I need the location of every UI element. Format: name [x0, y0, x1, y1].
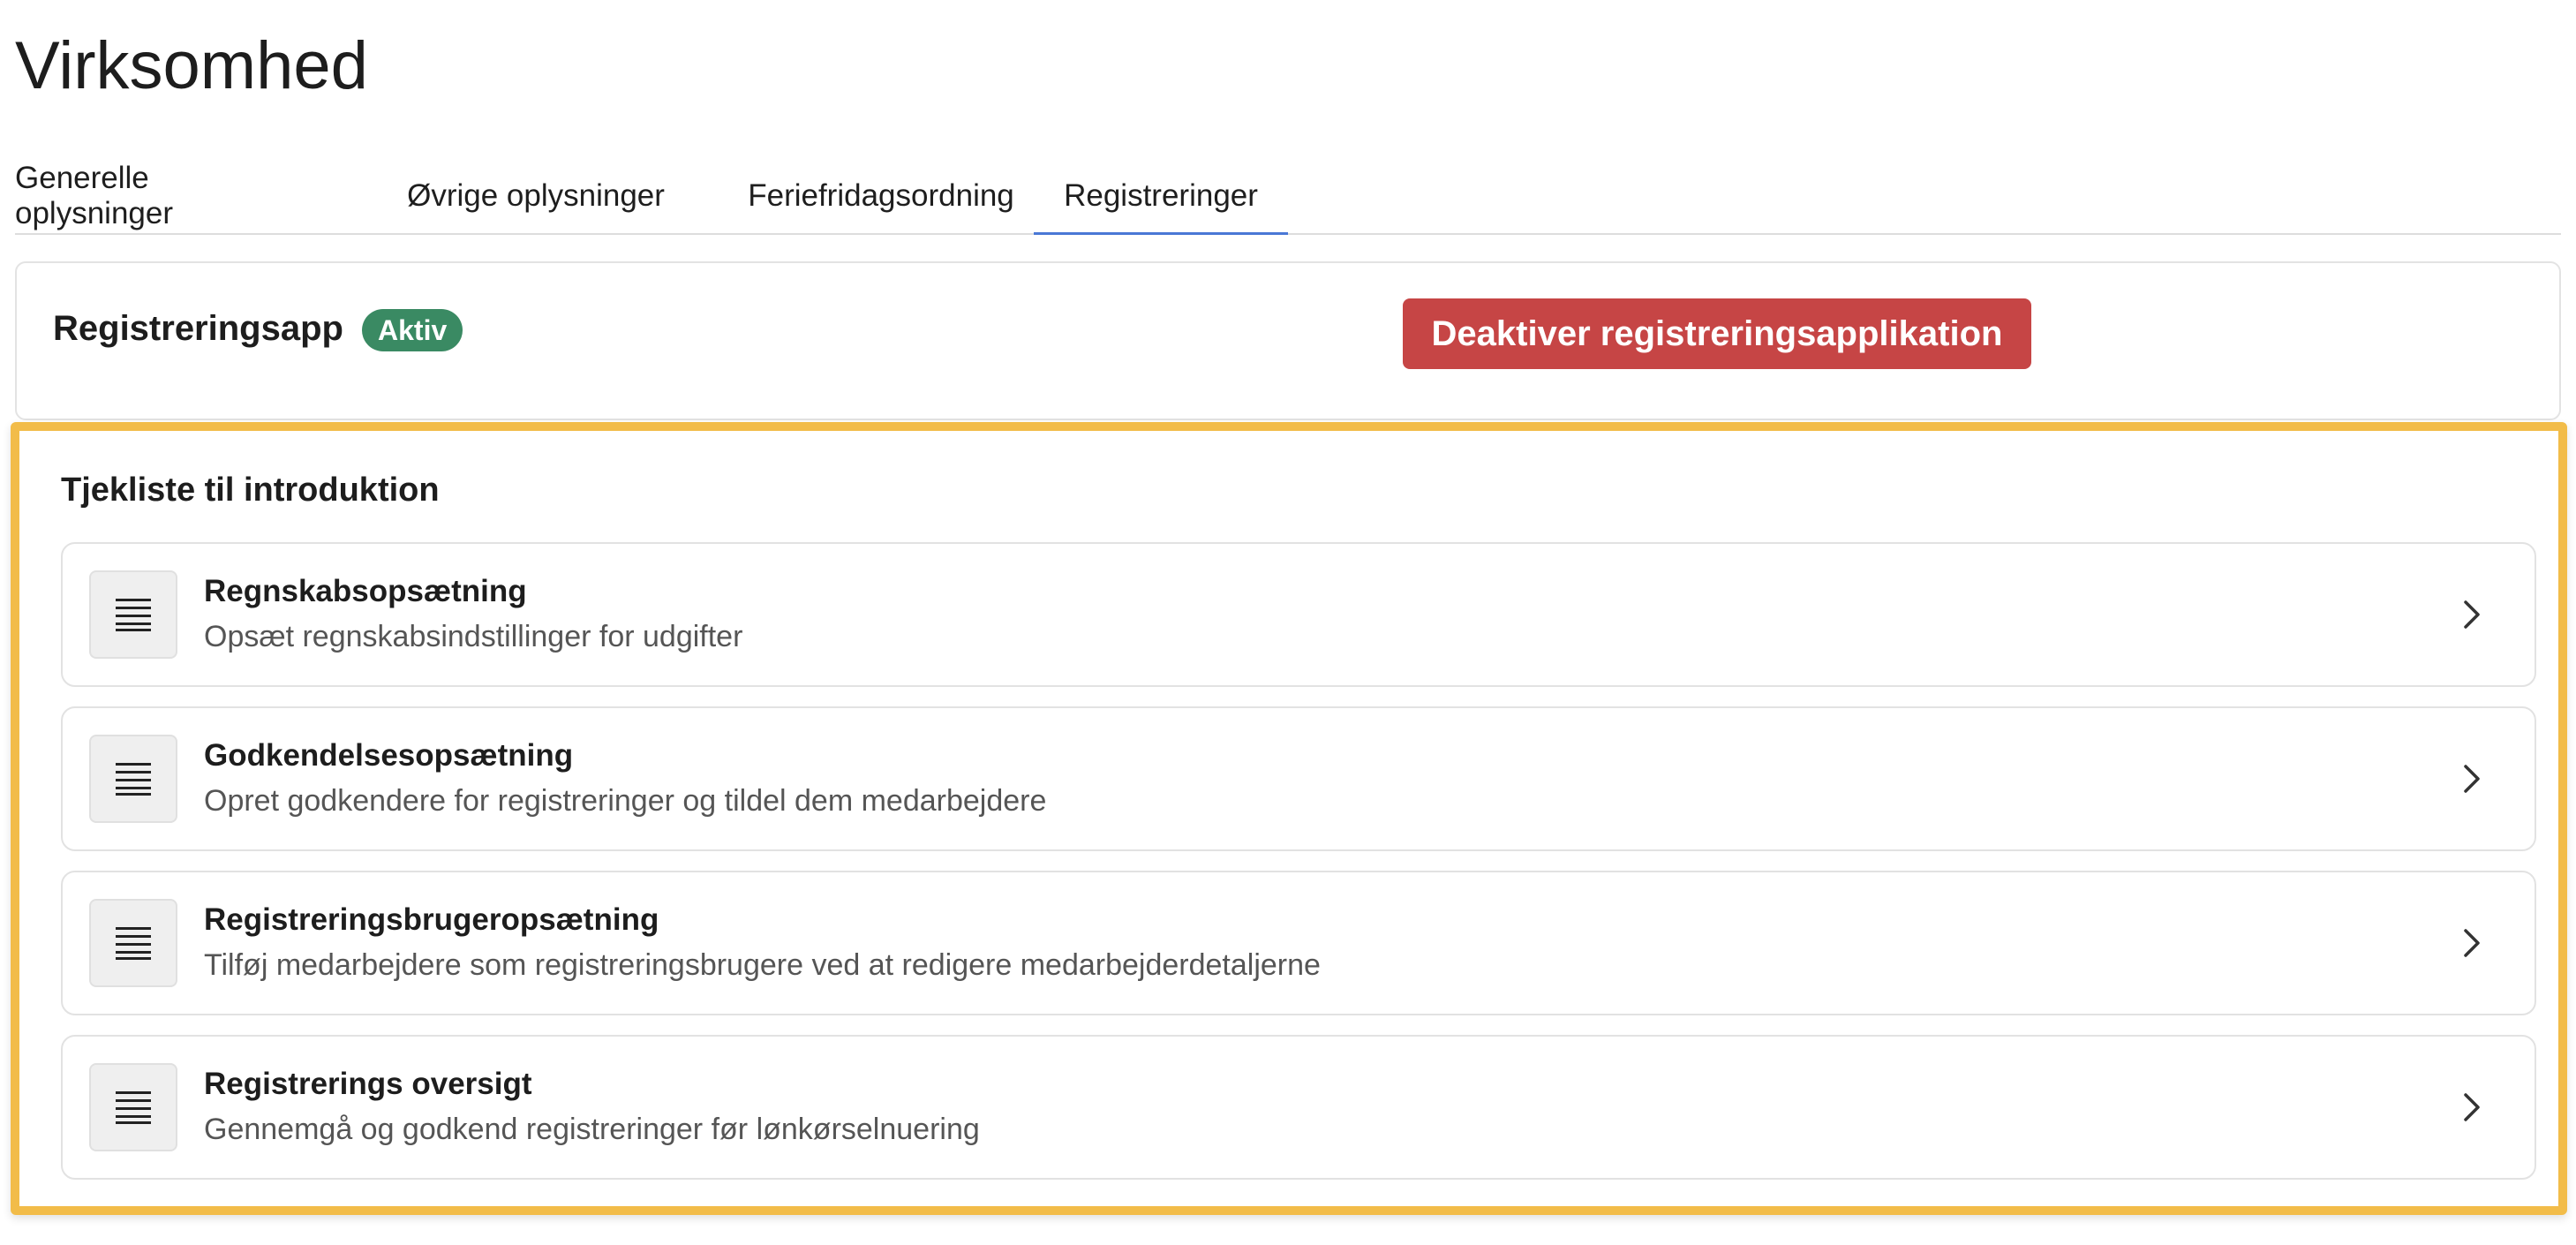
chevron-right-icon — [2452, 922, 2494, 964]
checklist-item-title: Godkendelsesopsætning — [204, 738, 574, 773]
checklist-item-godkendelsesopsaetning[interactable]: Godkendelsesopsætning Opret godkendere f… — [61, 706, 2536, 851]
checklist-item-title: Regnskabsopsætning — [204, 574, 527, 608]
checklist-item-title: Registreringsbrugeropsætning — [204, 902, 659, 937]
chevron-right-icon — [2452, 758, 2494, 800]
list-icon — [89, 570, 177, 659]
checklist-item-registreringsbrugeropsaetning[interactable]: Registreringsbrugeropsætning Tilføj meda… — [61, 871, 2536, 1015]
chevron-right-icon — [2452, 1086, 2494, 1128]
checklist-item-registrerings-oversigt[interactable]: Registrerings oversigt Gennemgå og godke… — [61, 1035, 2536, 1180]
page-title: Virksomhed — [15, 28, 368, 103]
tab-generelle-oplysninger[interactable]: Generelle oplysninger — [15, 159, 243, 233]
tab-bar: Generelle oplysninger Øvrige oplysninger… — [15, 159, 2561, 235]
checklist-item-description: Tilføj medarbejdere som registreringsbru… — [204, 948, 1321, 982]
list-icon — [89, 899, 177, 987]
deactivate-button[interactable]: Deaktiver registreringsapplikation — [1403, 298, 2031, 369]
onboarding-checklist: Tjekliste til introduktion Regnskabsopsæ… — [11, 422, 2567, 1215]
tab-registreringer[interactable]: Registreringer — [1034, 159, 1288, 235]
registration-app-card: Registreringsapp Aktiv Deaktiver registr… — [15, 261, 2561, 420]
checklist-title: Tjekliste til introduktion — [61, 472, 440, 509]
list-icon — [89, 1063, 177, 1151]
checklist-item-description: Opret godkendere for registreringer og t… — [204, 784, 1047, 818]
app-title: Registreringsapp — [53, 309, 343, 348]
checklist-item-description: Gennemgå og godkend registreringer før l… — [204, 1113, 980, 1146]
checklist-item-title: Registrerings oversigt — [204, 1067, 532, 1101]
list-icon — [89, 735, 177, 823]
checklist-item-description: Opsæt regnskabsindstillinger for udgifte… — [204, 620, 743, 653]
status-badge: Aktiv — [362, 309, 463, 351]
tab-feriefridagsordning[interactable]: Feriefridagsordning — [718, 159, 1044, 233]
chevron-right-icon — [2452, 593, 2494, 636]
tab-ovrige-oplysninger[interactable]: Øvrige oplysninger — [384, 159, 688, 233]
checklist-item-regnskabsopsaetning[interactable]: Regnskabsopsætning Opsæt regnskabsindsti… — [61, 542, 2536, 687]
